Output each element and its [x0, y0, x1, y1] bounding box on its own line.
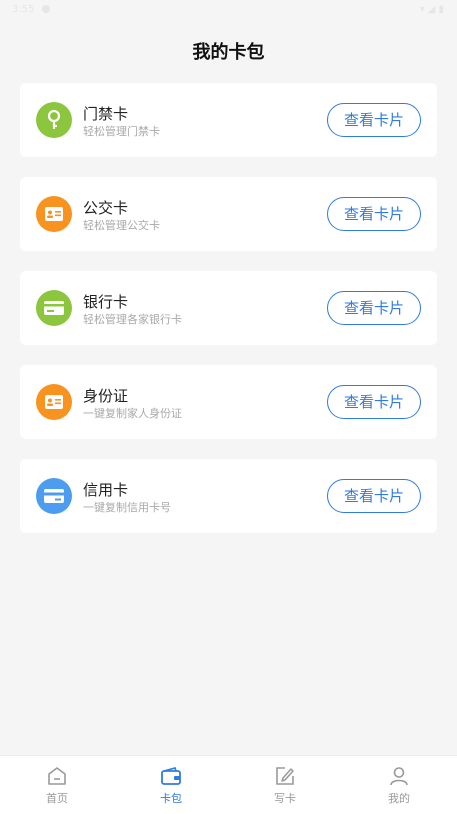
view-card-button[interactable]: 查看卡片	[327, 197, 421, 231]
status-bar: 3:55 ▾◢▮	[0, 0, 457, 22]
card-item-access: 门禁卡 轻松管理门禁卡 查看卡片	[20, 83, 437, 157]
card-name: 身份证	[83, 387, 129, 405]
id-card-icon	[36, 384, 72, 420]
card-desc: 轻松管理各家银行卡	[83, 313, 182, 326]
card-desc: 一键复制信用卡号	[83, 501, 171, 514]
tab-label: 卡包	[160, 792, 182, 805]
tab-write[interactable]: 写卡	[228, 756, 342, 814]
tab-wallet[interactable]: 卡包	[114, 756, 228, 814]
notification-icon	[42, 5, 50, 13]
card-name: 门禁卡	[83, 105, 129, 123]
card-desc: 一键复制家人身份证	[83, 407, 182, 420]
card-item-bank: 银行卡 轻松管理各家银行卡 查看卡片	[20, 271, 437, 345]
tab-home[interactable]: 首页	[0, 756, 114, 814]
user-icon	[390, 767, 408, 786]
page-title: 我的卡包	[192, 42, 265, 63]
status-time: 3:55	[12, 4, 35, 15]
home-icon	[48, 767, 66, 785]
card-item-credit: 信用卡 一键复制信用卡号 查看卡片	[20, 459, 437, 533]
tab-label: 首页	[46, 792, 68, 805]
id-card-icon	[36, 196, 72, 232]
card-desc: 轻松管理门禁卡	[83, 125, 160, 138]
card-desc: 轻松管理公交卡	[83, 219, 160, 232]
tab-mine[interactable]: 我的	[342, 756, 456, 814]
tab-label: 写卡	[274, 792, 296, 805]
edit-icon	[276, 767, 294, 785]
card-item-bus: 公交卡 轻松管理公交卡 查看卡片	[20, 177, 437, 251]
card-name: 公交卡	[83, 199, 129, 217]
card-name: 银行卡	[83, 293, 129, 311]
card-name: 信用卡	[83, 481, 129, 499]
system-icons: ▾◢▮	[419, 4, 447, 15]
credit-card-icon	[36, 478, 72, 514]
key-icon	[36, 102, 72, 138]
view-card-button[interactable]: 查看卡片	[327, 385, 421, 419]
card-item-idcard: 身份证 一键复制家人身份证 查看卡片	[20, 365, 437, 439]
tab-label: 我的	[388, 792, 410, 805]
wallet-icon	[161, 767, 181, 785]
view-card-button[interactable]: 查看卡片	[327, 103, 421, 137]
bottom-tab-bar: 首页 卡包 写卡 我的	[0, 755, 457, 814]
view-card-button[interactable]: 查看卡片	[327, 479, 421, 513]
view-card-button[interactable]: 查看卡片	[327, 291, 421, 325]
bank-card-icon	[36, 290, 72, 326]
